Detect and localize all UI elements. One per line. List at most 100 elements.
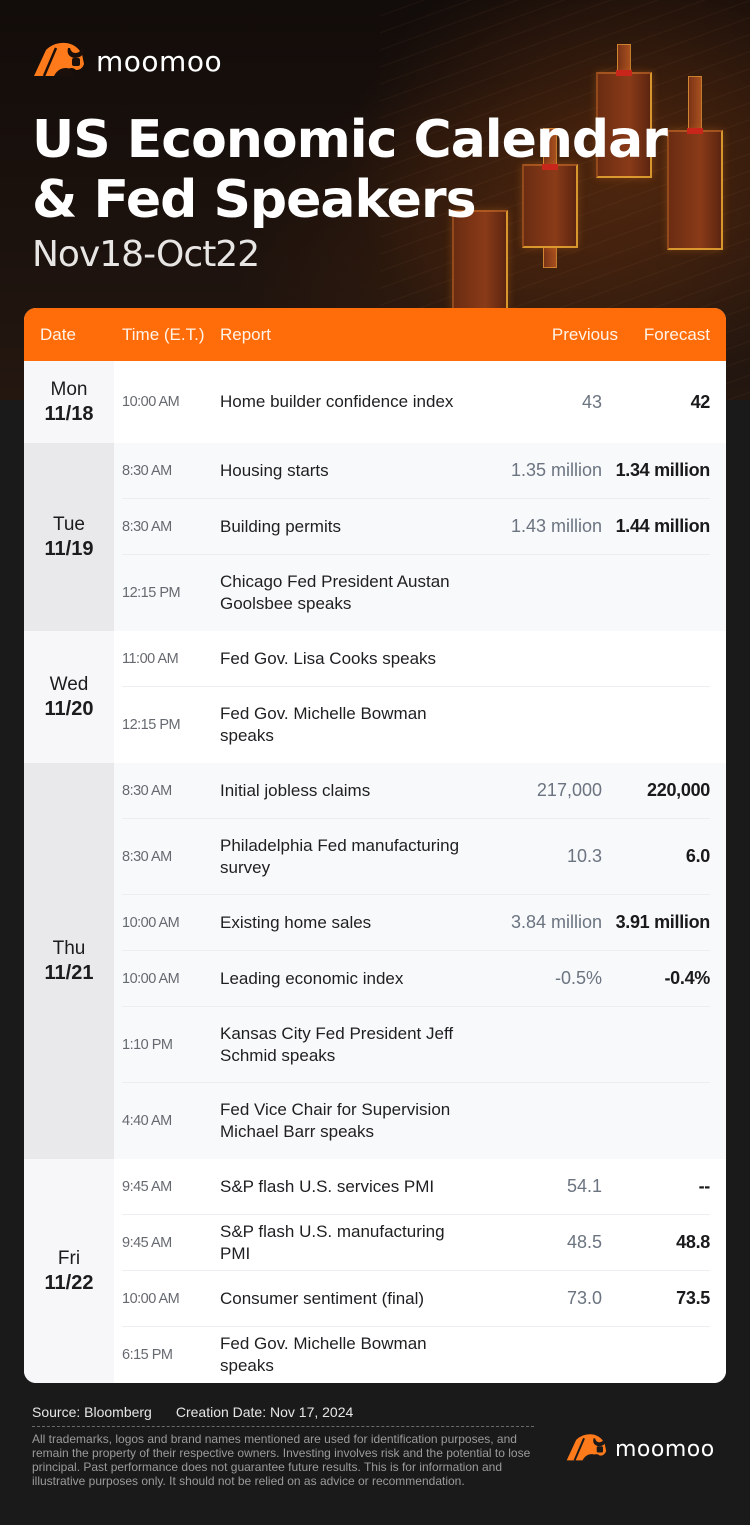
forecast-value: 73.5	[676, 1288, 710, 1308]
footer-brand-logo: moomoo	[565, 1432, 715, 1467]
brand-name: moomoo	[96, 45, 223, 78]
calendar-table: Date Time (E.T.) Report Previous Forecas…	[24, 308, 726, 1383]
previous-value: 73.0	[566, 1288, 602, 1308]
day-rows: 11:00 AM Fed Gov. Lisa Cooks speaks 12:15 …	[114, 631, 726, 763]
previous-value: 43	[581, 391, 602, 412]
title-line-2: & Fed Speakers	[32, 170, 477, 230]
event-time: 10:00 AM	[122, 1290, 180, 1307]
event-report: Fed Gov. Michelle Bowman speaks	[220, 1334, 427, 1375]
table-row: 10:00 AM Leading economic index -0.5% -0.4%	[122, 951, 710, 1007]
previous-value: 10.3	[566, 846, 602, 866]
creation-date-text: Creation Date: Nov 17, 2024	[175, 1404, 354, 1420]
day-date-cell: Thu 11/21	[24, 763, 114, 1159]
table-body: Mon 11/18 10:00 AM Home builder confidence …	[24, 361, 726, 1383]
forecast-value: 48.8	[676, 1232, 710, 1252]
day-date: 11/22	[44, 1272, 94, 1294]
forecast-value: 6.0	[685, 846, 710, 866]
column-header-previous: Previous	[551, 324, 618, 344]
day-of-week: Mon	[50, 379, 88, 400]
table-row: 8:30 AM Philadelphia Fed manufacturing su…	[122, 819, 710, 895]
event-time: 1:10 PM	[122, 1036, 173, 1053]
event-time: 8:30 AM	[122, 848, 172, 865]
previous-value: 217,000	[536, 780, 602, 800]
table-row: 12:15 PM Chicago Fed President Austan Goo…	[122, 555, 710, 631]
source-text: Source: Bloomberg	[32, 1404, 152, 1420]
bull-logo-icon	[32, 40, 90, 83]
day-of-week: Thu	[52, 938, 86, 959]
previous-value: -0.5%	[554, 968, 602, 988]
event-report: Initial jobless claims	[220, 780, 371, 800]
table-row: 10:00 AM Consumer sentiment (final) 73.0 73…	[122, 1271, 710, 1327]
event-time: 9:45 AM	[122, 1178, 172, 1195]
bull-logo-icon	[565, 1432, 611, 1467]
title-line-1: US Economic Calendar	[32, 110, 668, 170]
table-row: 12:15 PM Fed Gov. Michelle Bowman speaks	[122, 687, 710, 763]
forecast-value: 42	[690, 391, 711, 412]
day-date-cell: Wed 11/20	[24, 631, 114, 763]
page-title: US Economic Calendar & Fed Speakers	[32, 110, 668, 230]
forecast-value: -0.4%	[664, 968, 710, 988]
column-header-date: Date	[40, 324, 76, 344]
day-rows: 8:30 AM Housing starts 1.35 million 1.34 mi…	[114, 443, 726, 631]
day-date-cell: Fri 11/22	[24, 1159, 114, 1383]
disclaimer-text: All trademarks, logos and brand names me…	[32, 1432, 531, 1488]
event-time: 10:00 AM	[122, 394, 180, 410]
day-of-week: Fri	[57, 1248, 81, 1269]
table-row: 8:30 AM Housing starts 1.35 million 1.34 mi…	[122, 443, 710, 499]
event-report: Fed Gov. Lisa Cooks speaks	[220, 648, 437, 668]
previous-value: 3.84 million	[510, 912, 602, 932]
event-time: 12:15 PM	[122, 585, 181, 601]
day-group: Mon 11/18 10:00 AM Home builder confidence …	[24, 361, 726, 443]
forecast-value: --	[698, 1176, 711, 1196]
day-rows: 8:30 AM Initial jobless claims 217,000 220,…	[114, 763, 726, 1159]
date-range: Nov18-Oct22	[32, 234, 260, 275]
forecast-value: 1.44 million	[615, 516, 711, 536]
day-of-week: Tue	[52, 514, 86, 535]
event-report: Chicago Fed President Austan Goolsbee sp…	[220, 572, 450, 613]
event-report: Housing starts	[220, 460, 329, 480]
event-report: Home builder confidence index	[220, 392, 454, 411]
table-row: 9:45 AM S&P flash U.S. services PMI 54.1 --	[122, 1159, 710, 1215]
table-header: Date Time (E.T.) Report Previous Forecas…	[24, 308, 726, 361]
table-row: 11:00 AM Fed Gov. Lisa Cooks speaks	[122, 631, 710, 687]
column-header-time: Time (E.T.)	[122, 324, 205, 344]
candlestick-decoration	[667, 76, 723, 252]
previous-value: 48.5	[566, 1232, 602, 1252]
day-date-cell: Tue 11/19	[24, 443, 114, 631]
event-time: 8:30 AM	[122, 518, 172, 535]
day-rows: 10:00 AM Home builder confidence index 43 4…	[114, 361, 726, 443]
day-of-week: Wed	[49, 674, 89, 695]
event-time: 9:45 AM	[122, 1234, 172, 1251]
event-report: Leading economic index	[220, 968, 404, 988]
event-time: 8:30 AM	[122, 782, 172, 799]
table-row: 10:00 AM Home builder confidence index 43 4…	[122, 361, 710, 443]
event-time: 11:00 AM	[122, 650, 179, 667]
previous-value: 1.35 million	[510, 460, 602, 480]
footer-brand-name: moomoo	[615, 1437, 715, 1462]
event-report: Consumer sentiment (final)	[220, 1288, 425, 1308]
event-report: Existing home sales	[220, 912, 372, 932]
day-group: Tue 11/19 8:30 AM Housing starts 1.35 millio…	[24, 443, 726, 631]
event-time: 10:00 AM	[122, 914, 180, 931]
day-date: 11/19	[44, 538, 94, 560]
event-report: Building permits	[220, 516, 341, 536]
column-header-forecast: Forecast	[643, 324, 710, 344]
event-report: Fed Gov. Michelle Bowman speaks	[220, 704, 427, 745]
event-report: Philadelphia Fed manufacturing survey	[220, 835, 460, 877]
event-time: 8:30 AM	[122, 462, 172, 479]
table-row: 8:30 AM Initial jobless claims 217,000 220,…	[122, 763, 710, 819]
footer: Source: Bloomberg Creation Date: Nov 17,…	[32, 1404, 534, 1488]
brand-logo: moomoo	[32, 40, 222, 83]
table-row: 9:45 AM S&P flash U.S. manufacturing PMI 4…	[122, 1215, 710, 1271]
day-group: Wed 11/20 11:00 AM Fed Gov. Lisa Cooks spea…	[24, 631, 726, 763]
table-row: 1:10 PM Kansas City Fed President Jeff Sc…	[122, 1007, 710, 1083]
day-date-cell: Mon 11/18	[24, 361, 114, 443]
column-header-report: Report	[220, 324, 272, 344]
event-report: Fed Vice Chair for Supervision Michael B…	[220, 1100, 451, 1141]
table-row: 6:15 PM Fed Gov. Michelle Bowman speaks	[122, 1327, 710, 1383]
day-group: Fri 11/22 9:45 AM S&P flash U.S. services P…	[24, 1159, 726, 1383]
event-time: 12:15 PM	[122, 717, 181, 733]
event-report: S&P flash U.S. services PMI	[220, 1176, 435, 1196]
table-row: 10:00 AM Existing home sales 3.84 million 3…	[122, 895, 710, 951]
source-line: Source: Bloomberg Creation Date: Nov 17,…	[32, 1404, 534, 1427]
